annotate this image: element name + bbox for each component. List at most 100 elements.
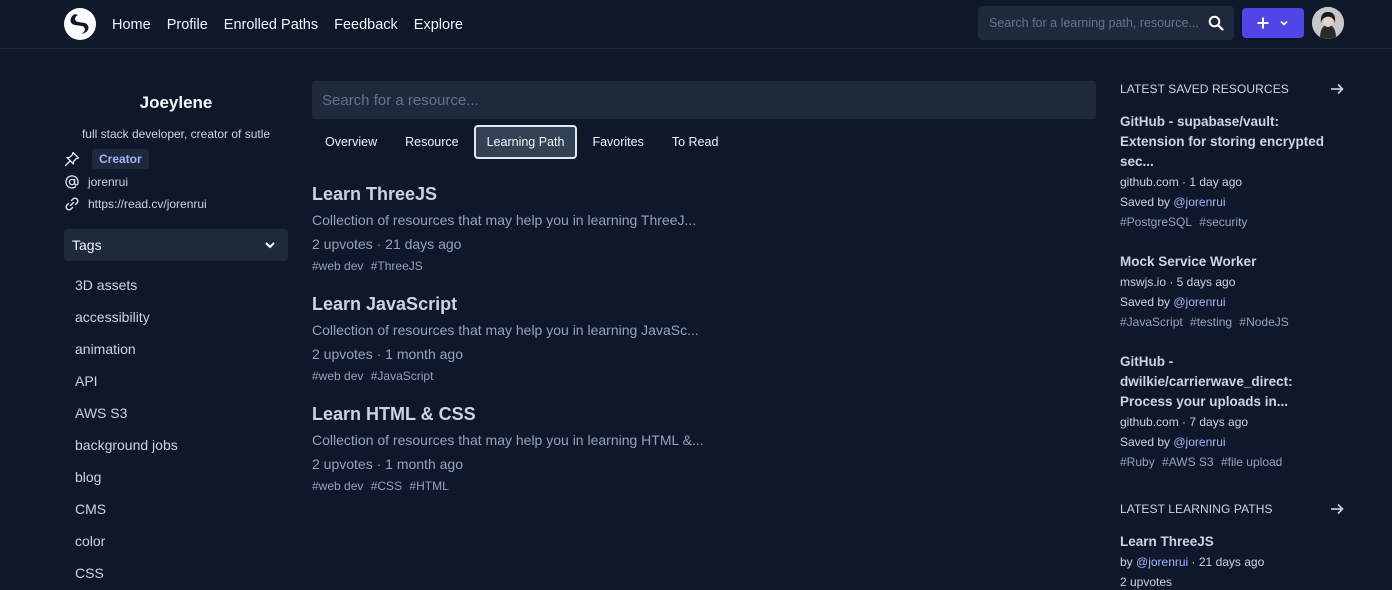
at-sign-icon	[65, 175, 79, 189]
learning-path-tags: #web dev #CSS #HTML	[312, 478, 1092, 494]
tag-item[interactable]: background jobs	[75, 436, 178, 468]
tab-favorites[interactable]: Favorites	[579, 125, 656, 159]
saved-resource-title[interactable]: Mock Service Worker	[1120, 252, 1340, 272]
arrow-right-icon[interactable]	[1330, 503, 1344, 515]
latest-path-upvotes: 2 upvotes	[1120, 575, 1173, 589]
latest-paths-header: LATEST LEARNING PATHS	[1120, 500, 1344, 518]
saved-by-line: Saved by @jorenrui	[1120, 192, 1340, 212]
nav-link-feedback[interactable]: Feedback	[334, 17, 398, 33]
saved-resource-title[interactable]: GitHub - dwilkie/carrierwave_direct: Pro…	[1120, 352, 1340, 412]
tag-link[interactable]: #web dev	[312, 479, 363, 493]
tag-link[interactable]: #HTML	[409, 479, 448, 493]
tag-link[interactable]: #JavaScript	[371, 369, 434, 383]
tag-link[interactable]: #CSS	[371, 479, 402, 493]
nav-link-explore[interactable]: Explore	[414, 17, 463, 33]
learning-path-title[interactable]: Learn HTML & CSS	[312, 402, 1092, 426]
saved-resource-source: github.com · 7 days ago	[1120, 415, 1249, 429]
author-link[interactable]: @jorenrui	[1136, 555, 1188, 569]
profile-website-row: https://read.cv/jorenrui	[64, 194, 207, 214]
saved-by-line: Saved by @jorenrui	[1120, 432, 1340, 452]
link-icon	[65, 197, 79, 211]
by-label: by	[1120, 555, 1137, 569]
tag-item[interactable]: accessibility	[75, 308, 178, 340]
latest-path-title[interactable]: Learn ThreeJS	[1120, 532, 1340, 552]
tag-link[interactable]: #NodeJS	[1239, 315, 1288, 329]
saved-by-user-link[interactable]: @jorenrui	[1173, 435, 1225, 449]
avatar-image	[1312, 7, 1344, 39]
tag-item[interactable]: color	[75, 532, 178, 564]
tab-resource[interactable]: Resource	[392, 125, 472, 159]
saved-by-label: Saved by	[1120, 295, 1174, 309]
search-icon[interactable]	[1208, 15, 1224, 31]
global-search	[978, 6, 1234, 40]
learning-path-description: Collection of resources that may help yo…	[312, 432, 704, 448]
learning-path-card: Learn HTML & CSS Collection of resources…	[312, 402, 1092, 494]
tag-list: 3D assets accessibility animation API AW…	[75, 276, 178, 590]
saved-by-line: Saved by @jorenrui	[1120, 292, 1340, 312]
profile-handle-row: jorenrui	[64, 172, 128, 192]
tag-link[interactable]: #Ruby	[1120, 455, 1155, 469]
tag-item[interactable]: blog	[75, 468, 178, 500]
saved-resource-tags: #PostgreSQL #security	[1120, 212, 1340, 232]
creator-badge: Creator	[92, 149, 149, 169]
learning-path-card: Learn JavaScript Collection of resources…	[312, 292, 1092, 384]
sutle-logo-icon[interactable]	[64, 8, 96, 40]
title-line: Process your uploads in...	[1120, 394, 1289, 409]
user-avatar[interactable]	[1312, 7, 1344, 39]
nav-link-profile[interactable]: Profile	[167, 17, 208, 33]
saved-resource-item: GitHub - dwilkie/carrierwave_direct: Pro…	[1120, 352, 1340, 472]
profile-name: Joeylene	[139, 93, 213, 112]
profile-website-link[interactable]: https://read.cv/jorenrui	[88, 197, 207, 211]
chevron-down-icon	[1280, 20, 1288, 26]
tag-link[interactable]: #AWS S3	[1162, 455, 1214, 469]
saved-resource-tags: #Ruby #AWS S3 #file upload	[1120, 452, 1340, 472]
chevron-down-icon	[265, 242, 275, 249]
tag-link[interactable]: #security	[1199, 215, 1247, 229]
tags-dropdown-label: Tags	[72, 237, 102, 253]
saved-resource-title[interactable]: GitHub - supabase/vault: Extension for s…	[1120, 112, 1340, 172]
tag-link[interactable]: #ThreeJS	[371, 259, 423, 273]
tab-overview[interactable]: Overview	[312, 125, 390, 159]
latest-paths-heading: LATEST LEARNING PATHS	[1120, 502, 1273, 516]
tag-item[interactable]: API	[75, 372, 178, 404]
saved-by-user-link[interactable]: @jorenrui	[1173, 295, 1225, 309]
tag-item[interactable]: 3D assets	[75, 276, 178, 308]
resource-search-input[interactable]	[312, 81, 1096, 119]
tag-item[interactable]: animation	[75, 340, 178, 372]
saved-by-label: Saved by	[1120, 435, 1174, 449]
profile-handle: jorenrui	[88, 175, 129, 189]
title-line: sec...	[1120, 154, 1154, 169]
tag-link[interactable]: #testing	[1190, 315, 1232, 329]
saved-by-user-link[interactable]: @jorenrui	[1173, 195, 1225, 209]
nav-link-home[interactable]: Home	[112, 17, 151, 33]
learning-path-title[interactable]: Learn JavaScript	[312, 292, 1092, 316]
nav-link-enrolled-paths[interactable]: Enrolled Paths	[224, 17, 318, 33]
profile-role-row: Creator	[64, 149, 149, 169]
pin-icon	[64, 151, 80, 167]
saved-by-label: Saved by	[1120, 195, 1174, 209]
tag-link[interactable]: #file upload	[1221, 455, 1282, 469]
tab-learning-path[interactable]: Learning Path	[473, 125, 578, 159]
tag-link[interactable]: #web dev	[312, 259, 363, 273]
learning-path-meta: 2 upvotes · 1 month ago	[312, 346, 463, 362]
tag-link[interactable]: #JavaScript	[1120, 315, 1183, 329]
global-search-input[interactable]	[978, 6, 1198, 40]
learning-path-title[interactable]: Learn ThreeJS	[312, 182, 1092, 206]
saved-resource-tags: #JavaScript #testing #NodeJS	[1120, 312, 1340, 332]
tab-to-read[interactable]: To Read	[659, 125, 732, 159]
tag-item[interactable]: CSS	[75, 564, 178, 590]
top-navbar: Home Profile Enrolled Paths Feedback Exp…	[0, 0, 1392, 49]
learning-path-tags: #web dev #ThreeJS	[312, 258, 1092, 274]
tag-item[interactable]: AWS S3	[75, 404, 178, 436]
tags-dropdown[interactable]: Tags	[64, 229, 288, 261]
add-new-button[interactable]	[1242, 8, 1304, 38]
arrow-right-icon[interactable]	[1330, 83, 1344, 95]
tag-link[interactable]: #web dev	[312, 369, 363, 383]
latest-path-time: · 21 days ago	[1188, 555, 1265, 569]
saved-resources-header: LATEST SAVED RESOURCES	[1120, 80, 1344, 98]
tag-link[interactable]: #PostgreSQL	[1120, 215, 1192, 229]
learning-path-tags: #web dev #JavaScript	[312, 368, 1092, 384]
learning-path-description: Collection of resources that may help yo…	[312, 212, 697, 228]
tag-item[interactable]: CMS	[75, 500, 178, 532]
learning-path-card: Learn ThreeJS Collection of resources th…	[312, 182, 1092, 274]
